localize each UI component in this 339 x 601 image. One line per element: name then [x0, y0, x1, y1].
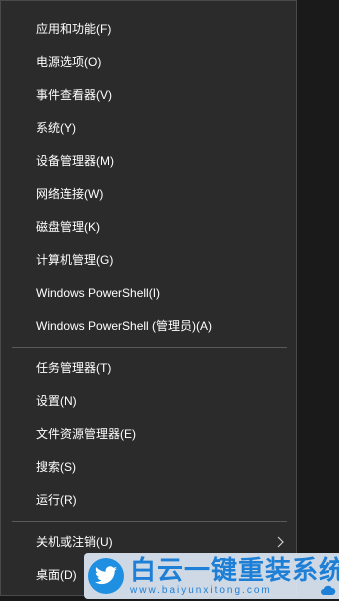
menu-item-device-manager[interactable]: 设备管理器(M)	[1, 145, 296, 177]
menu-item-disk-management[interactable]: 磁盘管理(K)	[1, 211, 296, 243]
menu-item-event-viewer[interactable]: 事件查看器(V)	[1, 79, 296, 111]
menu-item-system[interactable]: 系统(Y)	[1, 112, 296, 144]
menu-item-power-options[interactable]: 电源选项(O)	[1, 46, 296, 78]
winx-context-menu: 应用和功能(F) 电源选项(O) 事件查看器(V) 系统(Y) 设备管理器(M)…	[0, 0, 297, 596]
menu-item-task-manager[interactable]: 任务管理器(T)	[1, 352, 296, 384]
menu-item-apps-and-features[interactable]: 应用和功能(F)	[1, 13, 296, 45]
menu-item-settings[interactable]: 设置(N)	[1, 385, 296, 417]
menu-item-file-explorer[interactable]: 文件资源管理器(E)	[1, 418, 296, 450]
menu-item-label: 关机或注销(U)	[36, 535, 113, 549]
watermark-url: www.baiyunxitong.com	[130, 585, 272, 596]
menu-item-powershell[interactable]: Windows PowerShell(I)	[1, 277, 296, 309]
menu-item-network-connections[interactable]: 网络连接(W)	[1, 178, 296, 210]
menu-item-run[interactable]: 运行(R)	[1, 484, 296, 516]
watermark-title: 白云一键重装系统	[130, 555, 339, 585]
bird-icon	[88, 558, 124, 594]
menu-separator	[12, 521, 287, 522]
menu-item-computer-management[interactable]: 计算机管理(G)	[1, 244, 296, 276]
menu-item-search[interactable]: 搜索(S)	[1, 451, 296, 483]
menu-separator	[12, 347, 287, 348]
cloud-icon	[321, 585, 336, 595]
watermark-banner: 白云一键重装系统 www.baiyunxitong.com	[84, 553, 339, 599]
menu-item-powershell-admin[interactable]: Windows PowerShell (管理员)(A)	[1, 310, 296, 342]
